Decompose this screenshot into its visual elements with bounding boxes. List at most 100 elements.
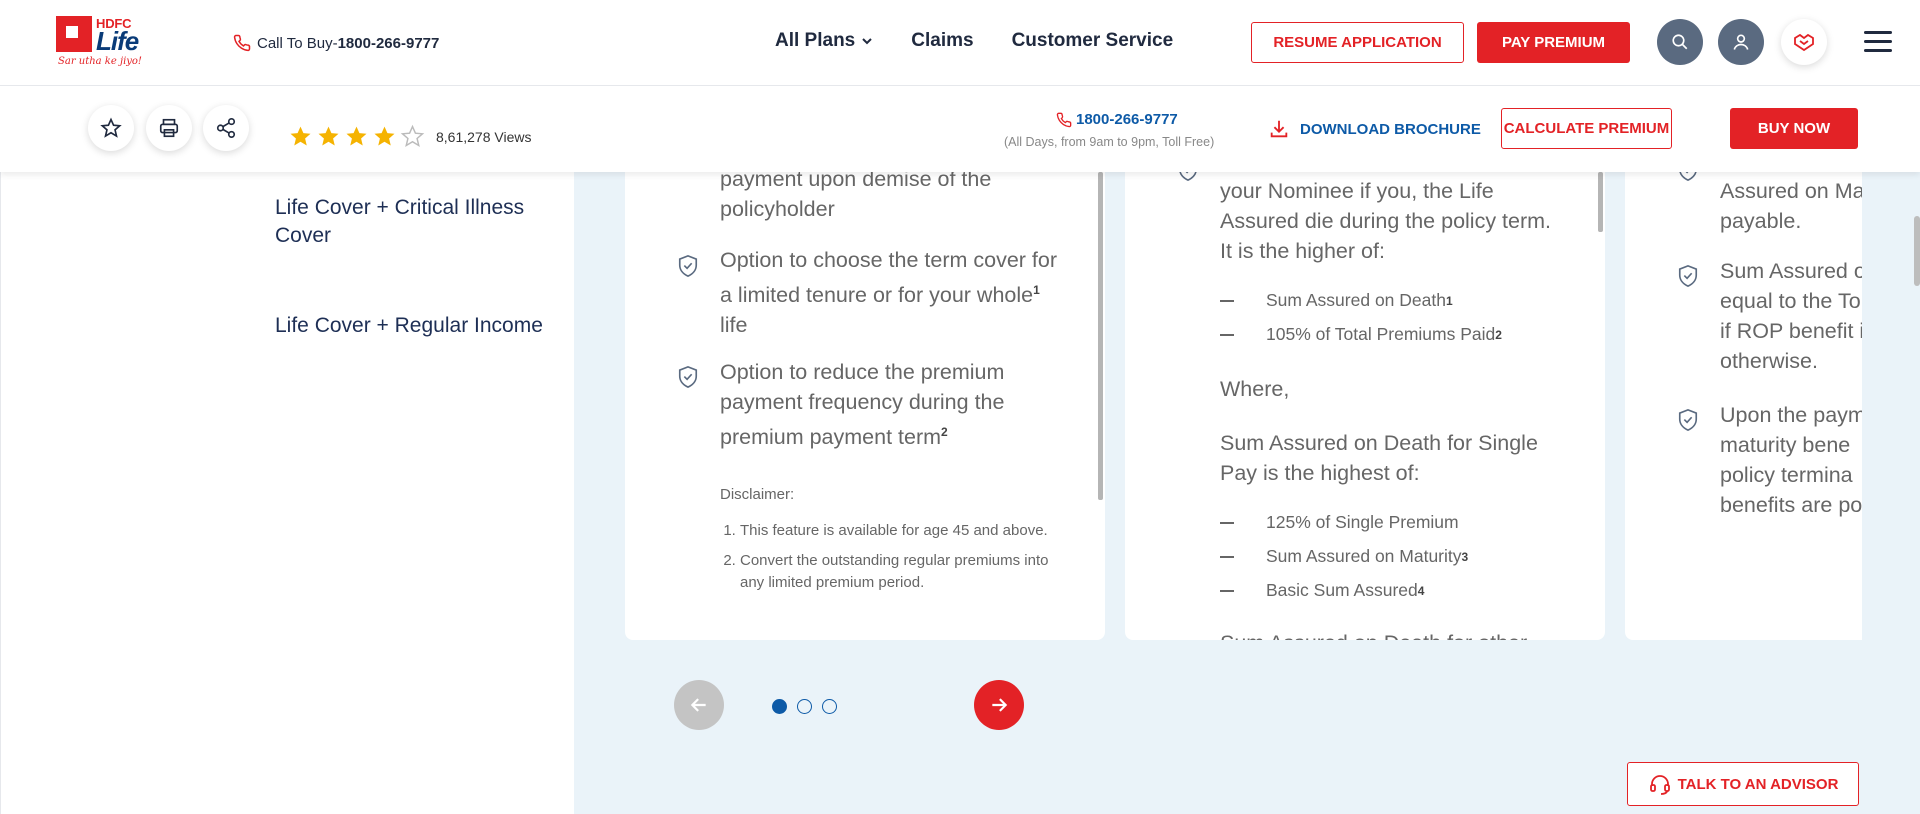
views-count: 8,61,278 Views — [436, 129, 532, 145]
disclaimer-list: This feature is available for age 45 and… — [740, 520, 1050, 594]
menu-icon[interactable] — [1864, 31, 1892, 53]
top-header: HDFC Life Sar utha ke jiyo! Call To Buy-… — [0, 0, 1920, 86]
disclaimer-title: Disclaimer: — [720, 486, 795, 503]
footnote-ref: 1 — [1033, 283, 1040, 297]
footnote-ref: 3 — [1461, 549, 1469, 564]
chevron-down-icon — [862, 38, 872, 45]
call-label: Call To Buy- — [257, 34, 338, 52]
shield-check-icon — [678, 255, 698, 277]
nav-all-plans[interactable]: All Plans — [775, 30, 873, 52]
call-to-buy[interactable]: Call To Buy- 1800-266-9777 — [233, 34, 439, 52]
carousel-dot[interactable] — [772, 699, 787, 714]
toll-free-number[interactable]: 1800-266-9777 — [1056, 111, 1178, 128]
star-empty-icon — [400, 124, 425, 147]
benefits-carousel: payment upon demise of the policyholder … — [574, 172, 1920, 814]
arrow-left-icon — [690, 698, 706, 712]
print-icon — [159, 118, 179, 138]
call-number: 1800-266-9777 — [337, 34, 440, 52]
star-filled-icon — [346, 126, 367, 146]
benefit-card-3: Assured on Ma payable. Sum Assured o equ… — [1625, 172, 1862, 640]
carousel-dots — [772, 699, 837, 714]
callback-button[interactable] — [1781, 19, 1827, 65]
benefit-card-1: payment upon demise of the policyholder … — [625, 172, 1105, 640]
list-item-label: Sum Assured on Maturity — [1266, 546, 1462, 566]
list-item-label: Sum Assured on Death — [1266, 290, 1446, 310]
star-filled-icon — [374, 126, 395, 146]
pay-premium-button[interactable]: PAY PREMIUM — [1477, 22, 1630, 63]
nav-customer-service-label: Customer Service — [1011, 30, 1174, 51]
feature-text: Option to reduce the premium payment fre… — [720, 357, 1060, 452]
shield-check-icon — [1679, 172, 1697, 181]
feature-text: Sum Assured on Death for Single Pay is t… — [1220, 431, 1538, 485]
talk-to-advisor-button[interactable]: TALK TO AN ADVISOR — [1627, 762, 1859, 806]
list-item: Sum Assured on Maturity 3 — [1220, 546, 1468, 567]
feature-text-body: Option to choose the term cover for a li… — [720, 248, 1057, 308]
user-account-button[interactable] — [1718, 19, 1764, 65]
handshake-phone-icon — [1794, 33, 1814, 52]
feature-text: Assured on Ma payable. — [1720, 179, 1862, 233]
list-item: Sum Assured on Death 1 — [1220, 290, 1453, 311]
nav-customer-service[interactable]: Customer Service — [1012, 30, 1174, 52]
rating-stars — [288, 124, 425, 149]
resume-application-button[interactable]: RESUME APPLICATION — [1251, 22, 1464, 63]
arrow-right-icon — [992, 698, 1008, 712]
bookmark-button[interactable] — [88, 105, 134, 151]
list-item: 105% of Total Premiums Paid 2 — [1220, 324, 1502, 345]
star-filled-icon — [290, 126, 311, 146]
download-brochure-label: DOWNLOAD BROCHURE — [1300, 120, 1481, 138]
feature-text: Sum Assured on Death for other — [1220, 628, 1527, 640]
feature-text: your Nominee if you, the Life Assured di… — [1220, 179, 1552, 263]
carousel-dot[interactable] — [822, 699, 837, 714]
headset-icon — [1649, 775, 1670, 795]
footnote-ref: 2 — [941, 425, 948, 439]
disclaimer-item: This feature is available for age 45 and… — [740, 520, 1050, 542]
phone-icon — [233, 34, 251, 52]
page-scrollbar[interactable] — [1914, 216, 1920, 286]
list-item-label: Basic Sum Assured — [1266, 580, 1418, 600]
feature-text-tail: life — [720, 313, 748, 338]
hdfc-life-logo[interactable]: HDFC Life Sar utha ke jiyo! — [56, 16, 148, 72]
sidebar-item-critical-illness[interactable]: Life Cover + Critical Illness Cover — [275, 194, 555, 250]
benefit-card-2: your Nominee if you, the Life Assured di… — [1125, 172, 1605, 640]
plan-variant-sidebar: Life Cover + Critical Illness Cover Life… — [0, 172, 574, 814]
card-scrollbar[interactable] — [1098, 172, 1103, 500]
user-icon — [1733, 34, 1749, 50]
carousel-prev-button[interactable] — [674, 680, 724, 730]
logo-mark — [56, 16, 92, 52]
card-scrollbar[interactable] — [1598, 172, 1603, 232]
print-button[interactable] — [146, 105, 192, 151]
talk-to-advisor-label: TALK TO AN ADVISOR — [1677, 775, 1839, 793]
shield-check-icon — [1678, 265, 1698, 287]
feature-text: Where, — [1220, 377, 1290, 401]
share-button[interactable] — [203, 105, 249, 151]
carousel-dot[interactable] — [797, 699, 812, 714]
list-item-label: 125% of Single Premium — [1266, 512, 1459, 532]
share-icon — [216, 118, 236, 138]
buy-now-button[interactable]: BUY NOW — [1730, 108, 1858, 149]
download-icon — [1270, 120, 1288, 138]
feature-text: payment upon demise of the policyholder — [720, 172, 992, 221]
disclaimer-item: Convert the outstanding regular premiums… — [740, 550, 1050, 594]
feature-text-body: Option to reduce the premium payment fre… — [720, 360, 1005, 450]
download-brochure-link[interactable]: DOWNLOAD BROCHURE — [1268, 118, 1481, 140]
shield-check-icon — [1678, 409, 1698, 431]
footnote-ref: 4 — [1417, 583, 1425, 598]
feature-text: Option to choose the term cover for a li… — [720, 245, 1060, 340]
logo-tagline: Sar utha ke jiyo! — [58, 56, 142, 67]
calculate-premium-button[interactable]: CALCULATE PREMIUM — [1501, 108, 1672, 149]
search-button[interactable] — [1657, 19, 1703, 65]
star-filled-icon — [318, 126, 339, 146]
shield-check-icon — [678, 366, 698, 388]
footnote-ref: 1 — [1445, 293, 1453, 308]
sub-header: 8,61,278 Views 1800-266-9777 (All Days, … — [0, 86, 1920, 172]
search-icon — [1672, 34, 1688, 50]
sidebar-item-regular-income[interactable]: Life Cover + Regular Income — [275, 312, 555, 340]
nav-claims-label: Claims — [911, 30, 974, 51]
carousel-next-button[interactable] — [974, 680, 1024, 730]
shield-check-icon — [1179, 172, 1197, 181]
list-item-label: 105% of Total Premiums Paid — [1266, 324, 1496, 344]
page: HDFC Life Sar utha ke jiyo! Call To Buy-… — [0, 0, 1920, 814]
footnote-ref: 2 — [1495, 327, 1502, 342]
feature-text: Upon the paym maturity bene policy termi… — [1720, 403, 1862, 517]
nav-claims[interactable]: Claims — [911, 30, 973, 52]
